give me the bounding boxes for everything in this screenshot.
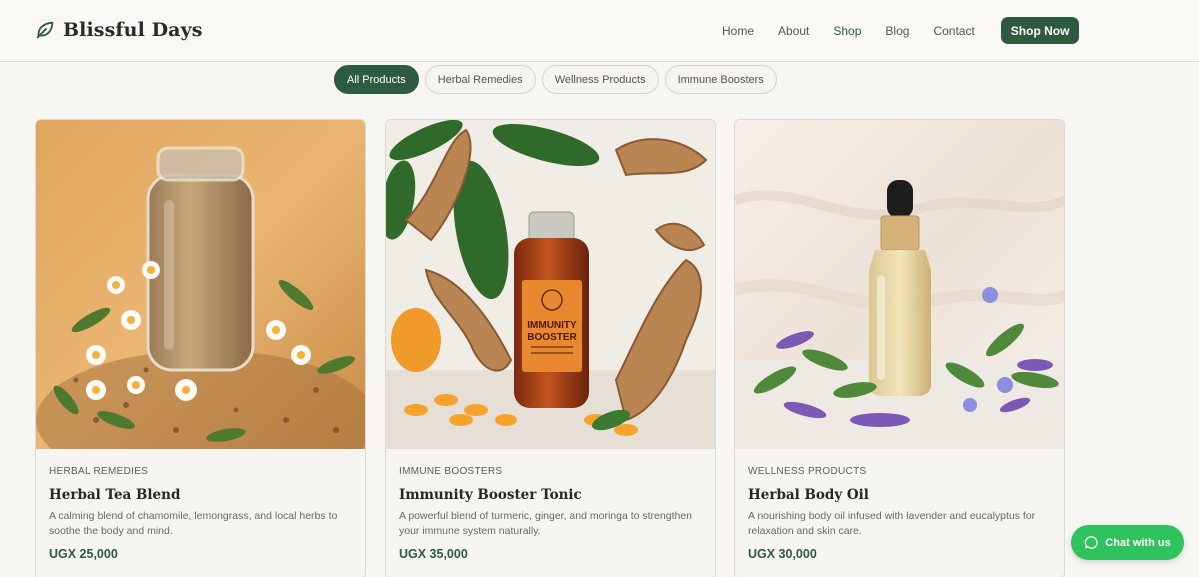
filter-immune-boosters[interactable]: Immune Boosters [664,65,777,94]
product-title[interactable]: Immunity Booster Tonic [399,487,582,503]
nav-contact[interactable]: Contact [933,24,974,38]
product-price: UGX 30,000 [748,547,817,561]
filter-all-products[interactable]: All Products [334,65,419,94]
product-image[interactable] [36,120,365,449]
nav-about[interactable]: About [778,24,809,38]
main-nav: Home About Shop Blog Contact Shop Now [722,17,1080,44]
product-category: HERBAL REMEDIES [49,466,149,477]
brand-name: Blissful Days [63,19,203,41]
product-image[interactable] [735,120,1064,449]
leaf-icon [36,21,54,39]
nav-shop[interactable]: Shop [833,24,861,38]
chat-bubble-icon [1085,536,1098,549]
brand-logo[interactable]: Blissful Days [34,19,203,41]
bottle-label-line1: IMMUNITY [527,320,577,331]
product-image[interactable]: IMMUNITY BOOSTER [386,120,715,449]
product-category: IMMUNE BOOSTERS [399,466,503,477]
shop-now-button[interactable]: Shop Now [1000,17,1080,44]
product-title[interactable]: Herbal Body Oil [748,487,869,503]
category-filters: All Products Herbal Remedies Wellness Pr… [334,65,783,94]
chat-label: Chat with us [1105,536,1171,549]
filter-herbal-remedies[interactable]: Herbal Remedies [424,65,536,94]
product-description: A powerful blend of turmeric, ginger, an… [399,510,693,537]
product-title[interactable]: Herbal Tea Blend [49,487,180,503]
product-description: A calming blend of chamomile, lemongrass… [49,510,338,537]
filter-wellness-products[interactable]: Wellness Products [541,65,659,94]
product-description: A nourishing body oil infused with laven… [748,510,1036,537]
product-card[interactable]: HERBAL REMEDIES Herbal Tea Blend A calmi… [35,119,366,577]
product-price: UGX 25,000 [49,547,118,561]
nav-blog[interactable]: Blog [885,24,909,38]
product-price: UGX 35,000 [399,547,468,561]
nav-home[interactable]: Home [722,24,754,38]
product-category: WELLNESS PRODUCTS [748,466,867,477]
bottle-label-line2: BOOSTER [527,332,577,343]
site-header: Blissful Days Home About Shop Blog Conta… [0,0,1199,62]
product-card[interactable]: IMMUNITY BOOSTER IMMUNE BOOSTERS Immunit… [385,119,716,577]
product-card[interactable]: WELLNESS PRODUCTS Herbal Body Oil A nour… [734,119,1065,577]
chat-button[interactable]: Chat with us [1071,525,1184,560]
